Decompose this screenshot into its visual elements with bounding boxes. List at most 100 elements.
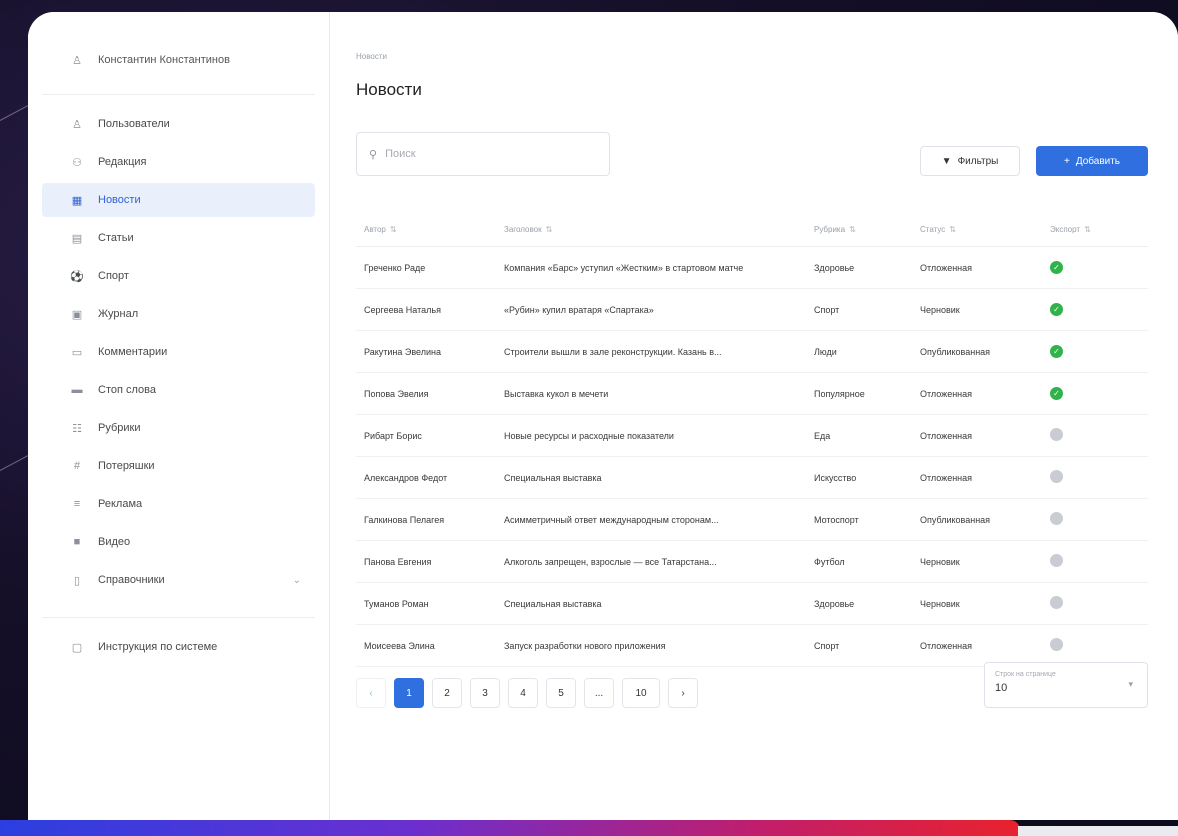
- sort-icon[interactable]: ⇅: [849, 225, 856, 234]
- sidebar-item-book[interactable]: ▯ Справочники ⌄: [42, 563, 315, 597]
- rows-per-page-select[interactable]: Строк на странице 10 ▾: [984, 662, 1148, 708]
- page-button[interactable]: 2: [432, 678, 462, 708]
- sort-icon[interactable]: ⇅: [546, 225, 553, 234]
- pending-circle-icon[interactable]: [1050, 512, 1063, 525]
- sidebar-item-person[interactable]: ♙ Пользователи: [42, 107, 315, 141]
- table-row[interactable]: Ракутина Эвелина Строители вышли в зале р…: [356, 330, 1148, 373]
- status-cell: Черновик: [912, 540, 1042, 583]
- author-cell: Попова Эвелия: [356, 372, 496, 415]
- user-profile[interactable]: ♙ Константин Константинов: [28, 46, 329, 74]
- sidebar-item-label: Журнал: [98, 308, 139, 320]
- book-icon: ▯: [73, 574, 81, 587]
- sort-icon[interactable]: ⇅: [390, 225, 397, 234]
- sidebar-item-label: Пользователи: [98, 118, 170, 130]
- title-link[interactable]: Алкоголь запрещен, взрослые — все Татарс…: [496, 540, 806, 583]
- pending-circle-icon[interactable]: [1050, 470, 1063, 483]
- status-cell: Отложенная: [912, 246, 1042, 289]
- prev-page-button[interactable]: ‹: [356, 678, 386, 708]
- table-row[interactable]: Греченко Раде Компания «Барс» уступил «Же…: [356, 246, 1148, 289]
- table-row[interactable]: Рибарт Борис Новые ресурсы и расходные по…: [356, 414, 1148, 457]
- news-icon: ▦: [71, 194, 83, 207]
- title-link[interactable]: Строители вышли в зале реконструкции. Ка…: [496, 330, 806, 373]
- column-header[interactable]: Статус ⇅: [912, 212, 1042, 247]
- export-cell: ✓: [1042, 246, 1148, 289]
- page-button[interactable]: 3: [470, 678, 500, 708]
- help-link[interactable]: ▢ Инструкция по системе: [42, 630, 315, 664]
- filter-icon: ▼: [941, 155, 952, 167]
- sidebar-item-stop[interactable]: ▬ Стоп слова: [42, 373, 315, 407]
- sidebar-item-ad[interactable]: ≡ Реклама: [42, 487, 315, 521]
- title-link[interactable]: Асимметричный ответ международным сторон…: [496, 498, 806, 541]
- table-header-row: Автор ⇅ Заголовок ⇅ Рубрика ⇅ Статус ⇅ Экспорт ⇅: [356, 212, 1148, 247]
- column-header-label: Заголовок: [504, 224, 542, 234]
- sidebar-item-article[interactable]: ▤ Статьи: [42, 221, 315, 255]
- search-input[interactable]: [383, 147, 578, 161]
- table-row[interactable]: Сергеева Наталья «Рубин» купил вратаря «С…: [356, 288, 1148, 331]
- table-row[interactable]: Александров Федот Специальная выставка Иск…: [356, 456, 1148, 499]
- sidebar-item-news[interactable]: ▦ Новости: [42, 183, 315, 217]
- rubric-cell: Здоровье: [806, 582, 912, 625]
- sidebar-item-comment[interactable]: ▭ Комментарии: [42, 335, 315, 369]
- sidebar-item-video[interactable]: ■ Видео: [42, 525, 315, 559]
- user-name: Константин Константинов: [98, 54, 230, 66]
- pending-circle-icon[interactable]: [1050, 554, 1063, 567]
- column-header[interactable]: Автор ⇅: [356, 212, 496, 247]
- table-row[interactable]: Туманов Роман Специальная выставка Здоровь…: [356, 582, 1148, 625]
- breadcrumb[interactable]: Новости: [356, 52, 1178, 64]
- sidebar-item-label: Редакция: [98, 156, 147, 168]
- title-link[interactable]: Специальная выставка: [496, 456, 806, 499]
- table-row[interactable]: Галкинова Пелагея Асимметричный ответ меж…: [356, 498, 1148, 541]
- table-row[interactable]: Попова Эвелия Выставка кукол в мечети Попу…: [356, 372, 1148, 415]
- status-cell: Опубликованная: [912, 498, 1042, 541]
- pending-circle-icon[interactable]: [1050, 596, 1063, 609]
- sidebar-item-sport[interactable]: ⚽ Спорт: [42, 259, 315, 293]
- sort-icon[interactable]: ⇅: [949, 225, 956, 234]
- next-page-button[interactable]: ›: [668, 678, 698, 708]
- column-header-label: Автор: [364, 224, 386, 234]
- sidebar-item-label: Стоп слова: [98, 384, 156, 396]
- pending-circle-icon[interactable]: [1050, 638, 1063, 651]
- page-button[interactable]: 1: [394, 678, 424, 708]
- title-link[interactable]: Специальная выставка: [496, 582, 806, 625]
- sidebar-item-team[interactable]: ⚇ Редакция: [42, 145, 315, 179]
- add-button[interactable]: + Добавить: [1036, 146, 1148, 176]
- column-header[interactable]: Рубрика ⇅: [806, 212, 912, 247]
- sort-icon[interactable]: ⇅: [1084, 225, 1091, 234]
- team-icon: ⚇: [72, 156, 82, 169]
- title-link[interactable]: Новые ресурсы и расходные показатели: [496, 414, 806, 457]
- table-row[interactable]: Панова Евгения Алкоголь запрещен, взрослы…: [356, 540, 1148, 583]
- sidebar-item-label: Видео: [98, 536, 131, 548]
- filters-button[interactable]: ▼ Фильтры: [920, 146, 1020, 176]
- check-circle-icon[interactable]: ✓: [1050, 261, 1063, 274]
- check-circle-icon[interactable]: ✓: [1050, 387, 1063, 400]
- ad-icon: ≡: [73, 498, 81, 510]
- rubric-cell: Люди: [806, 330, 912, 373]
- page-button[interactable]: 10: [622, 678, 660, 708]
- decorative-panel: [1018, 826, 1178, 836]
- column-header[interactable]: Экспорт ⇅: [1042, 212, 1148, 247]
- sidebar-item-tag[interactable]: # Потеряшки: [42, 449, 315, 483]
- column-header[interactable]: Заголовок ⇅: [496, 212, 806, 247]
- sidebar-item-magazine[interactable]: ▣ Журнал: [42, 297, 315, 331]
- author-cell: Ракутина Эвелина: [356, 330, 496, 373]
- check-circle-icon[interactable]: ✓: [1050, 345, 1063, 358]
- pending-circle-icon[interactable]: [1050, 428, 1063, 441]
- export-cell: [1042, 414, 1148, 457]
- title-link[interactable]: Выставка кукол в мечети: [496, 372, 806, 415]
- status-cell: Отложенная: [912, 624, 1042, 667]
- title-link[interactable]: Запуск разработки нового приложения: [496, 624, 806, 667]
- title-link[interactable]: Компания «Барс» уступил «Жестким» в стар…: [496, 246, 806, 289]
- export-cell: ✓: [1042, 288, 1148, 331]
- column-header-label: Статус: [920, 224, 946, 234]
- table-row[interactable]: Моисеева Элина Запуск разработки нового п…: [356, 624, 1148, 667]
- page-button[interactable]: 5: [546, 678, 576, 708]
- status-cell: Опубликованная: [912, 330, 1042, 373]
- search-field[interactable]: ⚲: [356, 132, 610, 176]
- check-circle-icon[interactable]: ✓: [1050, 303, 1063, 316]
- title-link[interactable]: «Рубин» купил вратаря «Спартака»: [496, 288, 806, 331]
- chevron-down-icon: ▾: [1128, 679, 1133, 689]
- chevron-down-icon: ⌄: [292, 574, 301, 586]
- page-button[interactable]: 4: [508, 678, 538, 708]
- sidebar-item-rubric[interactable]: ☷ Рубрики: [42, 411, 315, 445]
- tag-icon: #: [73, 460, 81, 472]
